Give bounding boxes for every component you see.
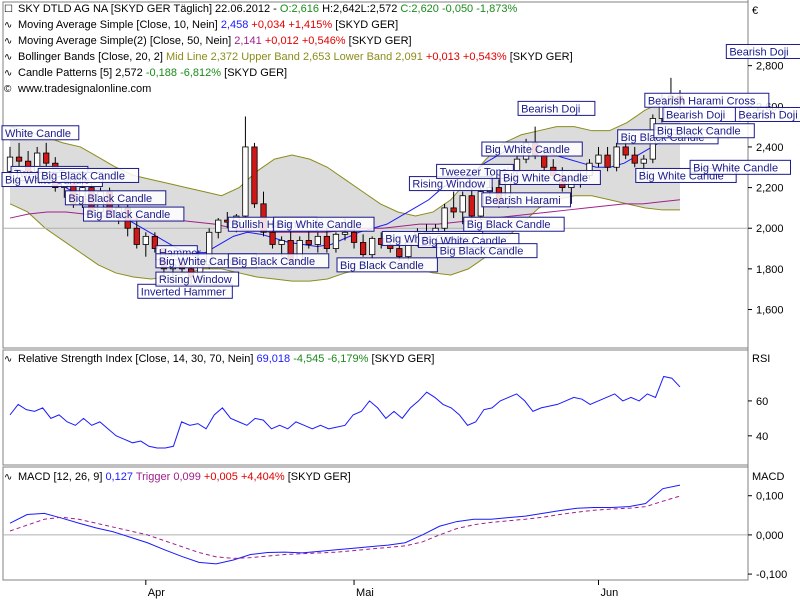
candle-body <box>631 154 638 164</box>
candle-body <box>640 158 647 164</box>
pattern-label: Big Black Candle <box>467 219 551 231</box>
pattern-label: Bearish Doji <box>729 46 788 58</box>
candle-body <box>441 207 448 229</box>
macd-y-tick-label: 0,100 <box>756 491 784 503</box>
rsi-y-tick-label: 40 <box>756 431 768 443</box>
candle-body <box>459 195 466 213</box>
panel-frame <box>2 349 749 466</box>
y-tick-label: 2,200 <box>756 183 784 195</box>
pattern-label: Bearish Doji <box>666 109 725 121</box>
pattern-label: Big Black Candle <box>41 170 125 182</box>
candle-body <box>396 248 403 258</box>
rsi-axis-title: RSI <box>752 353 770 365</box>
pattern-label: White Candle <box>5 128 71 140</box>
rsi-y-tick-label: 60 <box>756 396 768 408</box>
x-tick-label: Jun <box>601 587 619 599</box>
pattern-label: Tweezer Tops <box>440 166 508 178</box>
macd-line <box>9 484 681 565</box>
candle-body <box>43 152 50 164</box>
x-tick-label: Mai <box>356 587 374 599</box>
candle-body <box>604 154 611 168</box>
y-tick-label: 2,800 <box>756 61 784 73</box>
candle-body <box>314 235 321 245</box>
candle-body <box>332 233 340 249</box>
y-tick-label: 2,000 <box>756 223 784 235</box>
candle-body <box>133 227 140 245</box>
candle-body <box>613 146 620 168</box>
pattern-label: Big White Candle <box>693 162 778 174</box>
candle-body <box>15 156 23 162</box>
pattern-label: Big Black Candle <box>86 209 170 221</box>
bollinger-band-fill <box>10 96 680 282</box>
currency-label: € <box>752 5 758 17</box>
macd-y-tick-label: 0,000 <box>756 530 784 542</box>
pattern-label: Big Black Candle <box>231 256 315 268</box>
chart-canvas[interactable]: 1,6001,8002,0002,2002,4002,6002,800€Whit… <box>0 0 800 600</box>
pattern-label: Bearish Harami Cross <box>648 95 756 107</box>
pattern-label: Rising Window <box>412 179 485 191</box>
pattern-label: Bearish Doji <box>521 103 580 115</box>
pattern-label: Big Black Candle <box>68 193 152 205</box>
candle-body <box>251 146 258 205</box>
pattern-label: Inverted Hammer <box>141 286 226 298</box>
pattern-label: Rising Window <box>159 274 232 286</box>
candle-body <box>595 154 602 164</box>
macd-axis-title: MACD <box>752 471 784 483</box>
pattern-label: Bearish Doji <box>738 109 797 121</box>
panel-frame <box>2 466 749 581</box>
candle-body <box>323 235 331 249</box>
x-tick-label: Apr <box>148 587 165 599</box>
candle-body <box>215 219 222 233</box>
candle-body <box>622 146 629 156</box>
candle-body <box>278 240 285 245</box>
pattern-label: Big White Candle <box>485 144 570 156</box>
candle-body <box>269 231 276 245</box>
rsi-line <box>9 375 681 449</box>
candle-body <box>305 240 312 245</box>
candle-body <box>513 158 521 172</box>
candle-body <box>341 231 349 235</box>
candle-body <box>369 237 376 256</box>
candle-body <box>142 235 149 245</box>
candle-body <box>541 154 548 168</box>
y-tick-label: 1,800 <box>756 264 784 276</box>
candle-body <box>359 242 367 256</box>
macd-y-tick-label: -0,100 <box>756 569 787 581</box>
candle-body <box>242 146 249 217</box>
y-tick-label: 2,400 <box>756 142 784 154</box>
pattern-label: Big Black Candle <box>657 126 741 138</box>
candle-body <box>450 207 457 213</box>
pattern-label: Big White Candle <box>503 172 588 184</box>
pattern-label: Big White Candle <box>277 219 362 231</box>
pattern-label: Big Black Candle <box>340 260 424 272</box>
pattern-label: Big Black Candle <box>440 246 524 258</box>
pattern-label: Bearish Harami <box>485 195 561 207</box>
candle-body <box>468 195 475 217</box>
candle-body <box>350 231 358 243</box>
y-tick-label: 1,600 <box>756 305 784 317</box>
